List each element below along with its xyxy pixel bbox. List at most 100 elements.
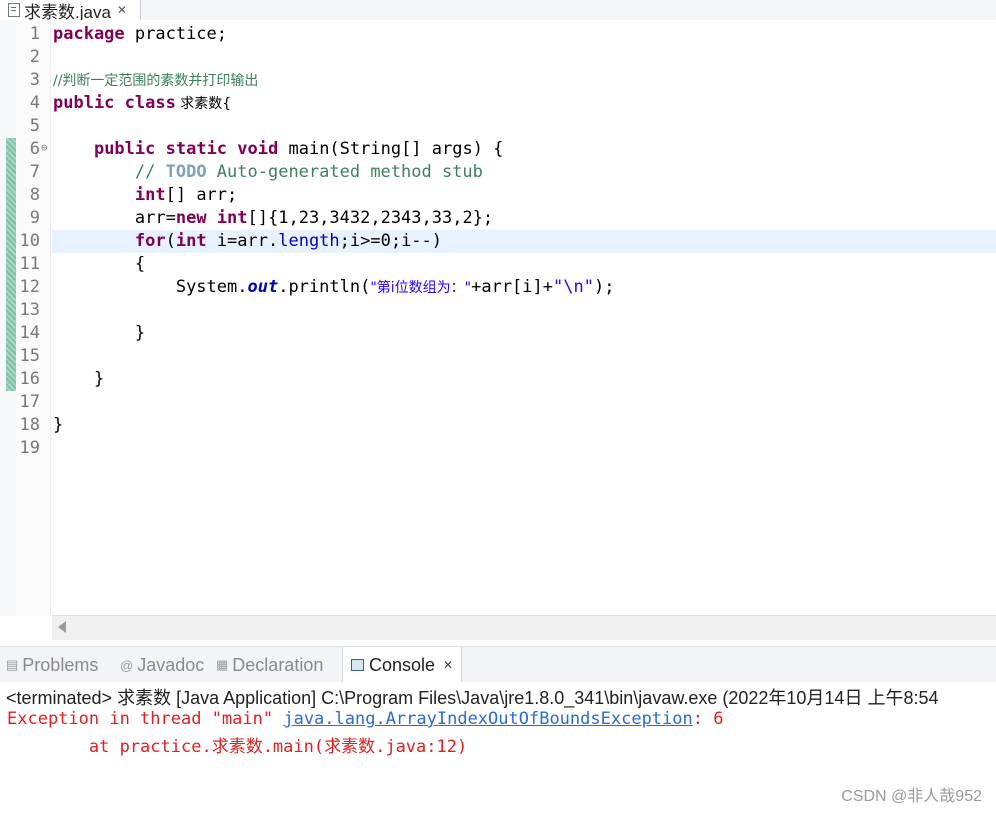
code-text: ;i>=0;i--) [339,231,443,251]
java-file-icon [8,3,20,17]
tab-label: Problems [22,654,99,675]
console-icon [351,659,364,671]
problems-icon: ▤ [6,657,19,672]
console-exception-line: Exception in thread "main" java.lang.Arr… [7,709,723,729]
tab-problems[interactable]: ▤ Problems [6,647,98,683]
code-text: [] arr; [165,185,238,205]
code-line-9[interactable]: arr=new int[]{1,23,3432,2343,33,2}; [53,207,493,230]
code-text: []{1,23,3432,2343,33,2}; [247,208,494,228]
code-editor[interactable]: 1 2 3 4 5 6 7 8 9 10 11 12 13 14 15 16 1… [0,20,996,616]
code-text: ); [593,277,615,297]
change-marker [6,138,16,391]
editor-tab-bar: 求素数.java ✕ [0,0,996,22]
line-number: 19 [19,438,40,458]
line-number: 9 [29,208,40,228]
line-number: 4 [29,93,40,113]
code-line-8[interactable]: int[] arr; [53,184,237,207]
code-line-16[interactable]: } [53,368,104,391]
line-number: 5 [29,116,40,136]
code-text: i=arr. [206,231,279,251]
console-stacktrace-line[interactable]: at practice.求素数.main(求素数.java:12) [7,732,467,757]
at-icon: @ [120,657,134,673]
exception-suffix: : 6 [692,709,724,729]
keyword: new [175,208,207,228]
static-field-reference: out [247,277,279,297]
declaration-icon: ▦ [216,657,229,672]
code-line-4[interactable]: public class 求素数{ [53,92,231,115]
comment: // [134,162,166,182]
line-number: 12 [19,277,40,297]
comment: //判断一定范围的素数并打印输出 [53,73,259,89]
code-line-6[interactable]: public static void main(String[] args) { [53,138,503,161]
keyword: package [53,24,125,44]
keyword: int [216,208,248,228]
code-line-12[interactable]: System.out.println("第i位数组为："+arr[i]+"\n"… [53,276,615,299]
code-text: arr= [134,208,176,228]
code-text: 求素数{ [175,96,232,112]
keyword: class [124,93,176,113]
code-line-11[interactable]: { [53,253,145,276]
line-number: 10 [19,231,40,251]
tab-declaration[interactable]: ▦ Declaration [216,647,323,683]
views-tab-bar: ▤ Problems @ Javadoc ▦ Declaration Conso… [0,646,996,683]
todo-tag: TODO [165,162,207,182]
code-text: +arr[i]+ [471,277,553,297]
line-number: 1 [29,24,40,44]
line-number: 3 [29,70,40,90]
code-text: .println( [278,277,371,297]
close-icon[interactable]: ✕ [117,3,127,17]
keyword: public [93,139,156,159]
tab-label: Console [369,654,436,675]
code-line-10[interactable]: for(int i=arr.length;i>=0;i--) [53,230,442,253]
line-number: 8 [29,185,40,205]
code-line-14[interactable]: } [53,322,145,345]
line-number: 6 [29,139,40,159]
close-icon[interactable]: ✕ [443,658,453,672]
code-line-7[interactable]: // TODO Auto-generated method stub [53,161,483,184]
keyword: for [134,231,166,251]
code-line-3[interactable]: //判断一定范围的素数并打印输出 [53,69,258,92]
fold-collapse-icon[interactable]: ⊖ [41,141,48,154]
tab-console[interactable]: Console ✕ [342,647,463,683]
line-number: 15 [19,346,40,366]
scroll-left-icon[interactable] [58,621,66,633]
tab-label: Declaration [232,654,324,675]
code-line-1[interactable]: package practice; [53,23,227,46]
editor-tab[interactable]: 求素数.java ✕ [0,0,141,22]
line-number-ruler: 1 2 3 4 5 6 7 8 9 10 11 12 13 14 15 16 1… [16,20,51,616]
code-text: main(String[] args) { [278,139,504,159]
string-literal: "第i位数组为：" [370,280,472,296]
line-number: 11 [19,254,40,274]
horizontal-scrollbar[interactable] [52,615,996,640]
keyword: int [175,231,207,251]
code-text: practice; [124,24,228,44]
line-number: 7 [29,162,40,182]
console-view[interactable]: <terminated> 求素数 [Java Application] C:\P… [0,682,996,816]
line-number: 18 [19,415,40,435]
string-literal: "\n" [553,277,594,297]
field-reference: length [278,231,340,251]
exception-prefix: Exception in thread "main" [7,709,284,729]
tab-javadoc[interactable]: @ Javadoc [120,647,204,683]
line-number: 13 [19,300,40,320]
tab-label: Javadoc [137,654,205,675]
exception-link[interactable]: java.lang.ArrayIndexOutOfBoundsException [283,709,692,729]
code-text: System. [175,277,248,297]
watermark: CSDN @非人哉952 [841,788,982,805]
code-text: ( [165,231,176,251]
keyword: static [165,139,228,159]
keyword: int [134,185,166,205]
comment: Auto-generated method stub [206,162,483,182]
console-status: <terminated> 求素数 [Java Application] C:\P… [6,688,939,708]
line-number: 16 [19,369,40,389]
keyword: void [237,139,279,159]
code-line-18[interactable]: } [53,414,63,437]
line-number: 2 [29,47,40,67]
keyword: public [53,93,115,113]
